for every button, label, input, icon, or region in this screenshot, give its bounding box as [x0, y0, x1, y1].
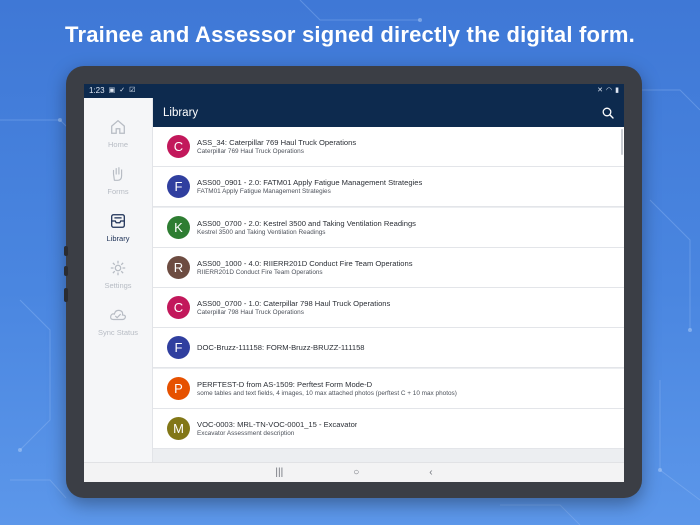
promo-headline: Trainee and Assessor signed directly the… — [65, 22, 635, 47]
list-item[interactable]: K ASS00_0700 - 2.0: Kestrel 3500 and Taki… — [153, 207, 624, 247]
list-item-subtitle: Caterpillar 769 Haul Truck Operations — [197, 148, 304, 155]
list-scrollbar[interactable] — [621, 129, 623, 155]
tablet-side-button — [64, 266, 68, 276]
sidebar-item-label: Forms — [107, 187, 129, 196]
avatar: F — [167, 336, 190, 360]
list-item-text: ASS00_1000 - 4.0: RIIERR201D Conduct Fir… — [197, 259, 413, 276]
status-time: 1:23 — [89, 86, 105, 95]
list-item-title: PERFTEST-D from AS-1509: Perftest Form M… — [197, 379, 373, 389]
list-item-text: DOC-Bruzz-111158: FORM-Bruzz-BRUZZ-11115… — [197, 343, 365, 353]
avatar: R — [167, 255, 190, 279]
sidebar-item-label: Home — [107, 140, 128, 149]
gear-icon — [110, 260, 126, 276]
avatar: C — [167, 135, 190, 158]
battery-icon: ▮ — [615, 87, 619, 94]
list-item-subtitle: some tables and text fields, 4 images, 1… — [197, 389, 457, 397]
list-item-text: ASS00_0901 - 2.0: FATM01 Apply Fatigue M… — [197, 178, 422, 195]
list-item-title: DOC-Bruzz-111158: FORM-Bruzz-BRUZZ-11115… — [197, 342, 365, 352]
mute-icon: ✕ — [597, 87, 604, 94]
avatar: K — [167, 215, 190, 239]
list-item-text: ASS_34: Caterpillar 769 Haul Truck Opera… — [197, 138, 356, 155]
box-check-icon: ☑ — [129, 87, 136, 94]
avatar: M — [167, 417, 190, 441]
back-icon[interactable]: ‹ — [429, 467, 432, 478]
list-item[interactable]: C ASS00_0700 - 1.0: Caterpillar 798 Haul … — [153, 288, 624, 328]
library-list: C ASS_34: Caterpillar 769 Haul Truck Oper… — [153, 127, 624, 462]
list-item[interactable]: M VOC-0003: MRL-TN-VOC-0001_15 - Excavato… — [153, 409, 624, 449]
library-icon — [111, 214, 125, 228]
sidebar-item-label: Settings — [104, 281, 132, 290]
list-item-title: VOC-0003: MRL-TN-VOC-0001_15 - Excavator — [197, 420, 358, 430]
list-item-title: ASS00_0700 - 2.0: Kestrel 3500 and Takin… — [197, 218, 416, 228]
search-icon[interactable] — [602, 107, 614, 119]
list-item-subtitle: Kestrel 3500 and Taking Ventilation Read… — [197, 228, 326, 236]
cloud-icon — [110, 309, 126, 321]
hand-icon — [112, 167, 123, 181]
list-item[interactable]: C ASS_34: Caterpillar 769 Haul Truck Oper… — [153, 127, 624, 166]
page-title: Library — [163, 106, 199, 119]
sidebar-item-settings[interactable]: Settings — [84, 259, 152, 306]
list-item-title: ASS_34: Caterpillar 769 Haul Truck Opera… — [197, 138, 357, 147]
list-item-text: PERFTEST-D from AS-1509: Perftest Form M… — [197, 380, 457, 397]
tablet-side-button — [64, 246, 68, 256]
sidebar-item-forms[interactable]: Forms — [84, 165, 152, 212]
avatar: C — [167, 296, 190, 320]
app-screen: 1:23 ▣ ✓ ☑ ✕ ◠ ▮ Home Forms Library Sett… — [84, 84, 624, 482]
home-icon — [111, 119, 125, 134]
list-item-title: ASS00_0901 - 2.0: FATM01 Apply Fatigue M… — [197, 178, 423, 188]
android-nav-bar: ||| ○ ‹ — [84, 462, 624, 482]
sidebar-nav: Home Forms Library Settings Sync Status — [84, 98, 153, 462]
sidebar-item-label: Sync Status — [97, 328, 139, 337]
list-item[interactable]: R ASS00_1000 - 4.0: RIIERR201D Conduct Fi… — [153, 247, 624, 287]
list-item[interactable]: F ASS00_0901 - 2.0: FATM01 Apply Fatigue … — [153, 167, 624, 207]
list-item-subtitle: FATM01 Apply Fatigue Management Strategi… — [197, 188, 331, 196]
list-item-subtitle: RIIERR201D Conduct Fire Team Operations — [197, 268, 323, 276]
sidebar-item-library[interactable]: Library — [84, 212, 152, 259]
avatar: F — [167, 175, 190, 199]
list-item[interactable]: F DOC-Bruzz-111158: FORM-Bruzz-BRUZZ-1111… — [153, 328, 624, 368]
image-icon: ▣ — [108, 87, 116, 94]
list-item-text: ASS00_0700 - 1.0: Caterpillar 798 Haul T… — [197, 299, 390, 316]
list-item-text: ASS00_0700 - 2.0: Kestrel 3500 and Takin… — [197, 219, 416, 236]
sidebar-item-sync-status[interactable]: Sync Status — [84, 306, 152, 353]
tablet-side-button — [64, 288, 68, 302]
list-item-title: ASS00_1000 - 4.0: RIIERR201D Conduct Fir… — [197, 258, 413, 268]
avatar: P — [167, 376, 190, 400]
main-content: Library C ASS_34: Caterpillar 769 Haul Tr… — [153, 98, 624, 462]
wifi-icon: ◠ — [606, 87, 613, 94]
sidebar-item-home[interactable]: Home — [84, 118, 152, 165]
status-bar: 1:23 ▣ ✓ ☑ ✕ ◠ ▮ — [84, 84, 624, 98]
list-item-subtitle: Caterpillar 798 Haul Truck Operations — [197, 309, 304, 317]
app-bar: Library — [153, 98, 624, 127]
list-item-title: ASS00_0700 - 1.0: Caterpillar 798 Haul T… — [197, 299, 391, 309]
sidebar-item-label: Library — [106, 234, 130, 243]
home-circle-icon[interactable]: ○ — [353, 467, 359, 478]
list-item-text: VOC-0003: MRL-TN-VOC-0001_15 - Excavator… — [197, 420, 357, 437]
list-item[interactable]: P PERFTEST-D from AS-1509: Perftest Form … — [153, 368, 624, 408]
recents-icon[interactable]: ||| — [275, 467, 283, 478]
list-item-subtitle: Excavator Assessment description — [197, 430, 295, 438]
check-icon: ✓ — [119, 87, 126, 94]
